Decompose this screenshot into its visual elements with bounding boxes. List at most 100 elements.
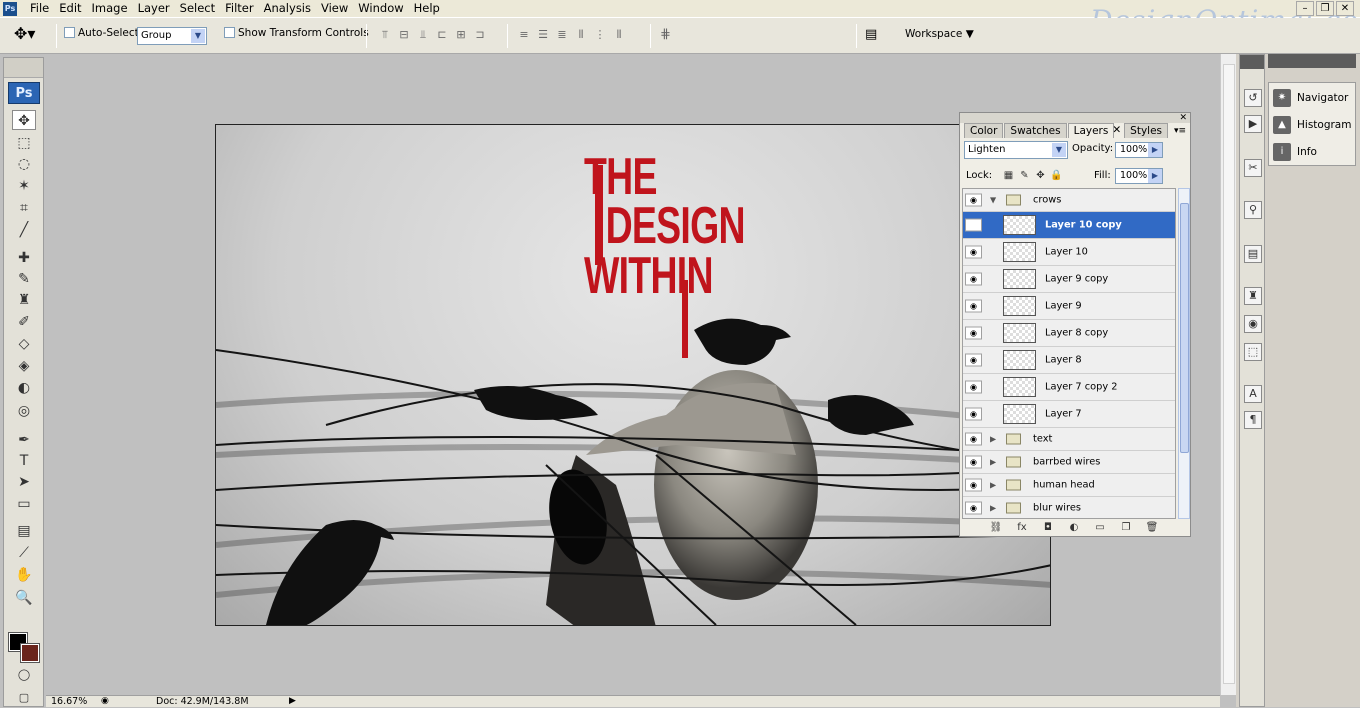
- history-icon[interactable]: ↺: [1244, 89, 1262, 107]
- layer-row[interactable]: ◉ Layer 7: [963, 401, 1175, 428]
- expand-triangle-icon[interactable]: ▼: [990, 196, 996, 205]
- eyedropper-2-tool[interactable]: ⟋: [12, 543, 36, 563]
- layer-group-row[interactable]: ◉ ▶ human head: [963, 474, 1175, 497]
- sponge-tool[interactable]: ◎: [12, 401, 36, 421]
- lock-all-icon[interactable]: 🔒: [1050, 169, 1063, 182]
- status-arrow-icon[interactable]: ▶: [289, 696, 296, 707]
- show-transform-checkbox[interactable]: Show Transform Controls: [224, 27, 369, 39]
- character-icon[interactable]: A: [1244, 385, 1262, 403]
- restore-icon[interactable]: ❐: [1316, 1, 1334, 16]
- eye-icon[interactable]: ◉: [965, 432, 982, 446]
- panel-title-bar[interactable]: [960, 113, 1190, 123]
- status-menu-icon[interactable]: ◉: [101, 696, 109, 707]
- auto-select-checkbox[interactable]: Auto-Select:: [64, 27, 142, 39]
- magic-wand-tool[interactable]: ✶: [12, 176, 36, 196]
- layer-row[interactable]: ◉ Layer 10 copy: [963, 212, 1175, 239]
- add-mask-icon[interactable]: ◘: [1040, 521, 1056, 535]
- new-layer-icon[interactable]: ❐: [1118, 521, 1134, 535]
- align-left-icon[interactable]: ⊏: [434, 27, 450, 43]
- tab-styles[interactable]: Styles: [1124, 123, 1168, 138]
- align-hcenter-icon[interactable]: ⊞: [453, 27, 469, 43]
- close-icon[interactable]: ✕: [1179, 113, 1187, 123]
- dodge-tool[interactable]: ◐: [12, 378, 36, 398]
- blend-mode-dropdown[interactable]: Lighten ▼: [964, 141, 1068, 159]
- distribute-vcenter-icon[interactable]: ☰: [535, 27, 551, 43]
- menu-image[interactable]: Image: [87, 0, 133, 18]
- type-tool[interactable]: T: [12, 451, 36, 471]
- menu-view[interactable]: View: [316, 0, 353, 18]
- eye-icon[interactable]: ◉: [965, 218, 982, 232]
- collapsed-triangle-icon[interactable]: ▶: [990, 435, 996, 444]
- lasso-tool[interactable]: ◌: [12, 154, 36, 174]
- brush-tool[interactable]: ✎: [12, 269, 36, 289]
- eye-icon[interactable]: ◉: [965, 478, 982, 492]
- layer-group-row[interactable]: ◉ ▶ barrbed wires: [963, 451, 1175, 474]
- eye-icon[interactable]: ◉: [965, 501, 982, 515]
- tab-swatches[interactable]: Swatches: [1004, 123, 1067, 138]
- eye-icon[interactable]: ◉: [965, 407, 982, 421]
- navigator-item[interactable]: ✷ Navigator: [1273, 87, 1348, 109]
- eye-icon[interactable]: ◉: [965, 245, 982, 259]
- layer-row[interactable]: ◉ Layer 9 copy: [963, 266, 1175, 293]
- eraser-tool[interactable]: ◇: [12, 334, 36, 354]
- eye-icon[interactable]: ◉: [965, 380, 982, 394]
- distribute-bottom-icon[interactable]: ≣: [554, 27, 570, 43]
- panel-menu-icon[interactable]: ▾≡: [1174, 126, 1186, 136]
- menu-edit[interactable]: Edit: [54, 0, 86, 18]
- actions-icon[interactable]: ▶: [1244, 115, 1262, 133]
- menu-analysis[interactable]: Analysis: [259, 0, 316, 18]
- auto-align-icon[interactable]: ⋕: [660, 27, 671, 42]
- distribute-top-icon[interactable]: ≡: [516, 27, 532, 43]
- layer-row[interactable]: ◉ Layer 8: [963, 347, 1175, 374]
- opacity-field[interactable]: 100% ▶: [1115, 142, 1163, 158]
- background-color-swatch[interactable]: [20, 643, 40, 663]
- history-brush-tool[interactable]: ✐: [12, 312, 36, 332]
- pen-tool[interactable]: ✒: [12, 430, 36, 450]
- eye-icon[interactable]: ◉: [965, 272, 982, 286]
- lock-transparency-icon[interactable]: ▦: [1002, 169, 1015, 182]
- scrollbar-thumb[interactable]: [1223, 64, 1235, 684]
- layer-list-scrollbar[interactable]: [1178, 188, 1190, 519]
- align-bottom-icon[interactable]: ⫫: [415, 27, 431, 43]
- info-item[interactable]: i Info: [1273, 141, 1317, 163]
- layer-group-row[interactable]: ◉ ▶ blur wires: [963, 497, 1175, 518]
- distribute-left-icon[interactable]: ⦀: [573, 27, 589, 43]
- layer-row[interactable]: ◉ Layer 7 copy 2: [963, 374, 1175, 401]
- move-tool-preset-icon[interactable]: ✥▾: [14, 24, 35, 43]
- menu-select[interactable]: Select: [175, 0, 220, 18]
- hand-tool[interactable]: ✋: [12, 565, 36, 585]
- healing-brush-tool[interactable]: ✚: [12, 248, 36, 268]
- bridge-icon[interactable]: ▤: [865, 27, 877, 42]
- align-top-icon[interactable]: ⫪: [377, 27, 393, 43]
- fill-field[interactable]: 100% ▶: [1115, 168, 1163, 184]
- tab-color[interactable]: Color: [964, 123, 1004, 138]
- layer-group-row[interactable]: ◉ ▶ text: [963, 428, 1175, 451]
- lock-position-icon[interactable]: ✥: [1034, 169, 1047, 182]
- crop-tool[interactable]: ⌗: [12, 198, 36, 218]
- distribute-right-icon[interactable]: ⫴: [611, 27, 627, 43]
- adjustment-layer-icon[interactable]: ◐: [1066, 521, 1082, 535]
- screen-mode-icon[interactable]: ▢: [12, 688, 36, 708]
- minimize-icon[interactable]: –: [1296, 1, 1314, 16]
- collapsed-triangle-icon[interactable]: ▶: [990, 504, 996, 513]
- lock-pixels-icon[interactable]: ✎: [1018, 169, 1031, 182]
- eye-icon[interactable]: ◉: [965, 326, 982, 340]
- menu-help[interactable]: Help: [409, 0, 445, 18]
- eye-icon[interactable]: ◉: [965, 353, 982, 367]
- tab-close-icon[interactable]: ✕: [1110, 123, 1123, 138]
- quick-mask-icon[interactable]: ◯: [12, 665, 36, 685]
- marquee-tool[interactable]: ⬚: [12, 133, 36, 153]
- eyedropper-tool[interactable]: ╱: [12, 220, 36, 240]
- layer-row[interactable]: ◉ Layer 8 copy: [963, 320, 1175, 347]
- eye-icon[interactable]: ◉: [965, 299, 982, 313]
- paragraph-icon[interactable]: ¶: [1244, 411, 1262, 429]
- scrollbar-thumb[interactable]: [1180, 203, 1189, 453]
- histogram-item[interactable]: ▲ Histogram: [1273, 114, 1351, 136]
- shape-tool[interactable]: ▭: [12, 494, 36, 514]
- align-vcenter-icon[interactable]: ⊟: [396, 27, 412, 43]
- document-canvas[interactable]: THE DESIGN WITHIN: [215, 124, 1051, 626]
- layer-group-row[interactable]: ◉ ▼ crows: [963, 189, 1175, 212]
- channels-icon[interactable]: ◉: [1244, 315, 1262, 333]
- notes-tool[interactable]: ▤: [12, 521, 36, 541]
- align-right-icon[interactable]: ⊐: [472, 27, 488, 43]
